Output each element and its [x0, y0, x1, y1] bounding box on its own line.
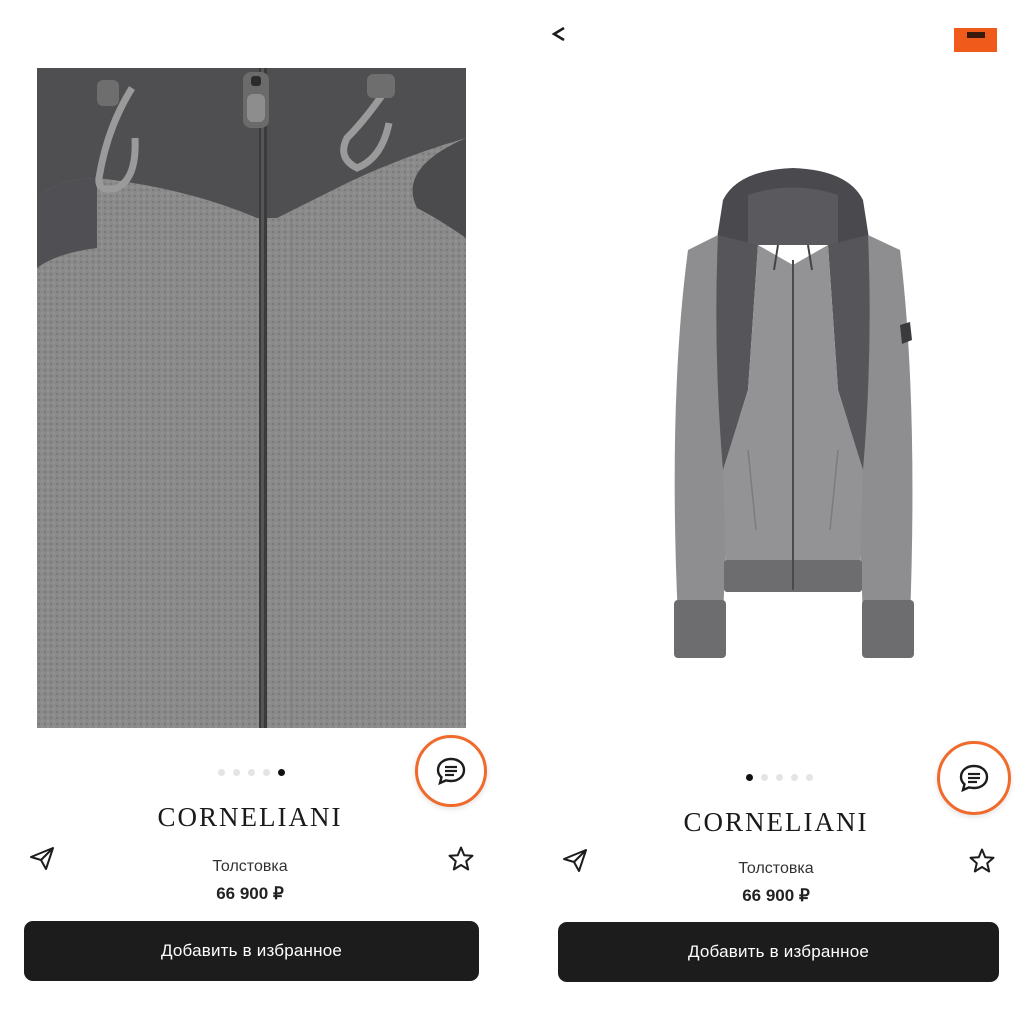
product-photo-full[interactable] [608, 150, 978, 680]
product-type: Толстовка [212, 858, 288, 875]
brand-name[interactable]: CORNELIANI [528, 807, 1024, 838]
jacket-full-image [674, 168, 914, 658]
add-to-favorites-button[interactable]: Добавить в избранное [558, 922, 999, 982]
carousel-dot[interactable] [248, 769, 255, 776]
chat-icon [436, 757, 466, 786]
back-arrow-icon[interactable] [550, 24, 574, 44]
star-icon[interactable] [447, 845, 475, 873]
brand-logo-badge [954, 28, 997, 52]
product-price: 66 900 ₽ [216, 884, 284, 903]
carousel-dot[interactable] [791, 774, 798, 781]
product-screen-left: CORNELIANI Толстовка 66 900 ₽ Добавить в… [0, 0, 500, 1024]
carousel-dot-active[interactable] [746, 774, 753, 781]
product-type: Толстовка [738, 860, 814, 877]
add-to-favorites-button[interactable]: Добавить в избранное [24, 921, 479, 981]
chat-button[interactable] [415, 735, 487, 807]
product-price: 66 900 ₽ [742, 886, 810, 905]
carousel-dot[interactable] [806, 774, 813, 781]
carousel-dot[interactable] [263, 769, 270, 776]
carousel-dot[interactable] [761, 774, 768, 781]
product-screen-right: CORNELIANI Толстовка 66 900 ₽ Добавить в… [528, 0, 1024, 1024]
carousel-indicator[interactable] [746, 774, 813, 781]
carousel-dot-active[interactable] [278, 769, 285, 776]
chat-button[interactable] [937, 741, 1011, 815]
star-icon[interactable] [968, 847, 996, 875]
carousel-indicator[interactable] [218, 769, 285, 776]
carousel-dot[interactable] [776, 774, 783, 781]
carousel-dot[interactable] [218, 769, 225, 776]
carousel-dot[interactable] [233, 769, 240, 776]
jacket-closeup-image [37, 68, 466, 728]
brand-name[interactable]: CORNELIANI [0, 802, 500, 833]
chat-icon [959, 764, 989, 793]
product-photo-closeup[interactable] [37, 68, 466, 728]
